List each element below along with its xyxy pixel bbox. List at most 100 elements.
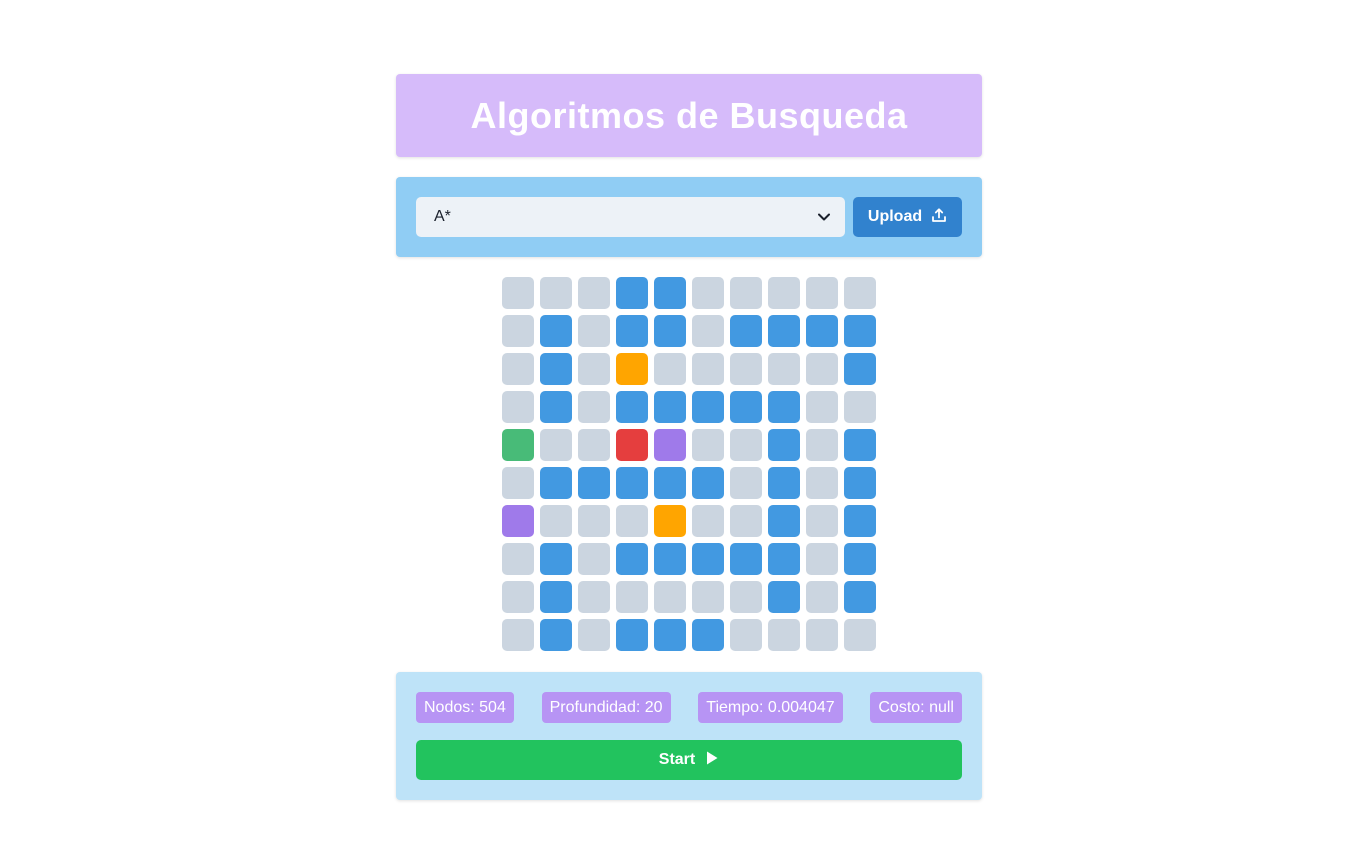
grid-cell-empty[interactable] [578, 429, 610, 461]
grid-cell-goal[interactable] [616, 429, 648, 461]
grid-cell-wall[interactable] [768, 429, 800, 461]
grid-cell-wall[interactable] [768, 543, 800, 575]
grid-cell-empty[interactable] [806, 391, 838, 423]
grid-cell-empty[interactable] [502, 391, 534, 423]
grid-cell-empty[interactable] [578, 353, 610, 385]
grid-cell-empty[interactable] [578, 543, 610, 575]
grid-cell-wall[interactable] [692, 543, 724, 575]
grid-cell-wall[interactable] [616, 543, 648, 575]
grid-cell-empty[interactable] [616, 581, 648, 613]
grid-cell-empty[interactable] [844, 619, 876, 651]
grid-cell-empty[interactable] [806, 543, 838, 575]
grid-cell-empty[interactable] [806, 619, 838, 651]
grid-cell-wall[interactable] [654, 391, 686, 423]
grid-cell-empty[interactable] [578, 619, 610, 651]
grid-cell-wall[interactable] [654, 315, 686, 347]
grid-cell-wall[interactable] [616, 619, 648, 651]
grid-cell-empty[interactable] [806, 429, 838, 461]
grid-cell-empty[interactable] [730, 429, 762, 461]
grid-cell-empty[interactable] [730, 619, 762, 651]
grid-cell-wall[interactable] [844, 581, 876, 613]
grid-cell-empty[interactable] [502, 543, 534, 575]
grid-cell-wall[interactable] [654, 467, 686, 499]
grid-cell-empty[interactable] [540, 505, 572, 537]
grid-cell-empty[interactable] [692, 315, 724, 347]
grid-cell-empty[interactable] [806, 467, 838, 499]
grid-cell-wall[interactable] [806, 315, 838, 347]
grid-cell-wall[interactable] [844, 353, 876, 385]
grid-cell-empty[interactable] [540, 429, 572, 461]
start-button[interactable]: Start [416, 740, 962, 780]
grid-cell-empty[interactable] [578, 315, 610, 347]
grid-cell-wall[interactable] [616, 467, 648, 499]
grid-cell-wall[interactable] [730, 391, 762, 423]
grid-cell-start[interactable] [502, 429, 534, 461]
grid-cell-wall[interactable] [654, 543, 686, 575]
grid-cell-wall[interactable] [844, 315, 876, 347]
grid-cell-wall[interactable] [616, 277, 648, 309]
grid-cell-wall[interactable] [768, 315, 800, 347]
grid-cell-empty[interactable] [692, 505, 724, 537]
grid-cell-empty[interactable] [692, 353, 724, 385]
grid-cell-empty[interactable] [654, 353, 686, 385]
grid-cell-wall[interactable] [540, 581, 572, 613]
grid-cell-wall[interactable] [692, 391, 724, 423]
grid-cell-empty[interactable] [768, 353, 800, 385]
grid-cell-wall[interactable] [844, 505, 876, 537]
grid-cell-empty[interactable] [692, 581, 724, 613]
grid-cell-empty[interactable] [806, 581, 838, 613]
grid-cell-item[interactable] [616, 353, 648, 385]
grid-cell-wall[interactable] [768, 467, 800, 499]
grid-cell-empty[interactable] [502, 353, 534, 385]
grid-cell-empty[interactable] [730, 277, 762, 309]
upload-button[interactable]: Upload [853, 197, 962, 237]
grid-cell-wall[interactable] [616, 315, 648, 347]
grid-cell-item[interactable] [654, 505, 686, 537]
grid-cell-empty[interactable] [692, 277, 724, 309]
grid-cell-empty[interactable] [578, 277, 610, 309]
grid-cell-empty[interactable] [578, 505, 610, 537]
grid-cell-empty[interactable] [578, 391, 610, 423]
grid-cell-wall[interactable] [540, 353, 572, 385]
grid-cell-empty[interactable] [502, 619, 534, 651]
grid-cell-wall[interactable] [654, 619, 686, 651]
grid-cell-wall[interactable] [540, 315, 572, 347]
grid-cell-mark[interactable] [654, 429, 686, 461]
algorithm-select[interactable]: A* [416, 197, 845, 237]
grid-cell-empty[interactable] [730, 581, 762, 613]
grid-cell-empty[interactable] [502, 315, 534, 347]
grid-cell-empty[interactable] [540, 277, 572, 309]
grid-cell-wall[interactable] [692, 467, 724, 499]
grid-cell-wall[interactable] [768, 581, 800, 613]
grid-cell-empty[interactable] [844, 391, 876, 423]
grid-cell-wall[interactable] [540, 619, 572, 651]
grid-cell-empty[interactable] [806, 353, 838, 385]
grid-cell-empty[interactable] [768, 277, 800, 309]
grid-cell-empty[interactable] [654, 581, 686, 613]
grid-cell-empty[interactable] [730, 353, 762, 385]
grid-cell-wall[interactable] [768, 505, 800, 537]
grid-cell-empty[interactable] [844, 277, 876, 309]
grid-cell-wall[interactable] [540, 543, 572, 575]
grid-cell-wall[interactable] [844, 429, 876, 461]
grid-cell-mark[interactable] [502, 505, 534, 537]
grid-cell-wall[interactable] [616, 391, 648, 423]
grid-cell-wall[interactable] [578, 467, 610, 499]
grid-cell-empty[interactable] [692, 429, 724, 461]
grid-cell-wall[interactable] [730, 543, 762, 575]
grid-cell-empty[interactable] [502, 277, 534, 309]
grid-cell-empty[interactable] [806, 277, 838, 309]
grid-cell-empty[interactable] [502, 581, 534, 613]
grid-cell-empty[interactable] [616, 505, 648, 537]
grid-cell-empty[interactable] [730, 505, 762, 537]
grid-cell-wall[interactable] [768, 391, 800, 423]
grid-cell-empty[interactable] [578, 581, 610, 613]
grid-cell-wall[interactable] [692, 619, 724, 651]
grid-cell-wall[interactable] [844, 467, 876, 499]
grid-cell-wall[interactable] [540, 467, 572, 499]
grid-cell-wall[interactable] [654, 277, 686, 309]
grid-cell-wall[interactable] [730, 315, 762, 347]
grid-cell-empty[interactable] [730, 467, 762, 499]
grid-cell-empty[interactable] [768, 619, 800, 651]
grid-cell-empty[interactable] [806, 505, 838, 537]
